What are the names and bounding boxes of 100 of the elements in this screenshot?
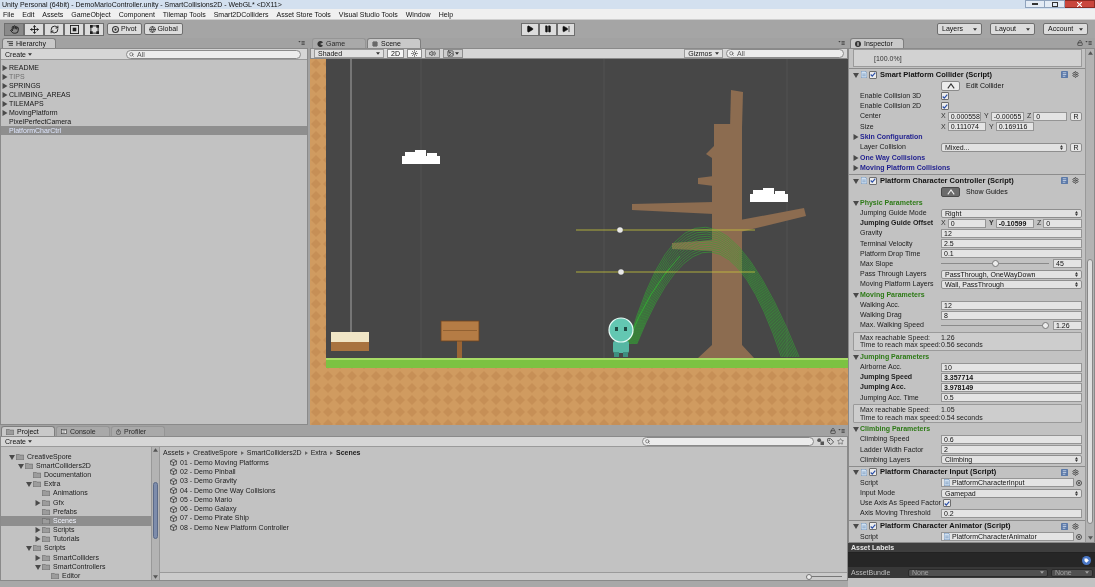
script-file-icon: [944, 479, 950, 487]
tool-button[interactable]: [44, 22, 64, 36]
target-icon[interactable]: [1076, 479, 1082, 486]
dropdown-caret-icon: [28, 52, 32, 56]
book-icon[interactable]: [1061, 71, 1068, 78]
scroll-up-arrow-icon[interactable]: [1087, 51, 1093, 55]
checkbox[interactable]: [869, 468, 877, 477]
playback-button[interactable]: [556, 22, 575, 36]
caret-down-icon[interactable]: [852, 523, 859, 530]
panel-menu-icon[interactable]: [838, 41, 845, 45]
gear-icon[interactable]: [1072, 522, 1079, 530]
lock-icon[interactable]: [1077, 40, 1083, 46]
caret-down-icon[interactable]: [852, 177, 859, 184]
slider-track[interactable]: [941, 259, 1049, 268]
checkbox[interactable]: [869, 176, 877, 185]
checkbox[interactable]: [941, 92, 949, 101]
dropdown-caret-icon: [973, 27, 977, 31]
caret-down-icon[interactable]: [17, 462, 24, 469]
caret-right-icon[interactable]: [34, 554, 41, 561]
pacman-icon: [317, 40, 323, 47]
playback-button[interactable]: [538, 22, 557, 36]
playback-button[interactable]: [520, 22, 539, 36]
minimize-button[interactable]: [1025, 0, 1045, 8]
scroll-down-arrow-icon[interactable]: [153, 575, 158, 579]
tag-icon[interactable]: [1082, 555, 1091, 565]
scene-view[interactable]: [310, 59, 848, 425]
search-icon: [129, 51, 134, 57]
checkmark-icon: [870, 178, 876, 184]
panel-menu-icon[interactable]: [298, 41, 305, 45]
caret-down-icon[interactable]: [852, 71, 859, 78]
caret-down-icon[interactable]: [852, 199, 859, 206]
star-icon[interactable]: [837, 438, 844, 445]
gear-icon[interactable]: [1072, 71, 1079, 78]
search-icon: [645, 439, 650, 444]
caret-down-icon[interactable]: [8, 453, 15, 460]
scroll-up-arrow-icon[interactable]: [153, 448, 158, 452]
toggle-button[interactable]: [406, 49, 422, 58]
lock-icon[interactable]: [830, 428, 836, 434]
caret-right-icon[interactable]: [1, 73, 8, 80]
scrollbar-thumb[interactable]: [153, 482, 158, 539]
caret-right-icon[interactable]: [1, 100, 8, 107]
maximize-button[interactable]: [1045, 0, 1065, 8]
edit-mode-button[interactable]: [941, 80, 960, 91]
caret-right-icon[interactable]: [34, 499, 41, 506]
tool-button[interactable]: [84, 22, 104, 36]
caret-right-icon[interactable]: [1, 109, 8, 116]
toggle-button[interactable]: [442, 49, 463, 58]
book-icon[interactable]: [1061, 522, 1068, 530]
scrollbar[interactable]: [1085, 49, 1094, 542]
caret-down-icon[interactable]: [25, 545, 32, 552]
search-field[interactable]: [642, 437, 814, 446]
edit-mode-button[interactable]: [941, 186, 960, 197]
caret-right-icon[interactable]: [852, 165, 859, 172]
scrollbar[interactable]: [151, 447, 160, 580]
scroll-down-arrow-icon[interactable]: [1087, 536, 1093, 540]
tool-button[interactable]: [64, 22, 84, 36]
panel-menu-icon[interactable]: [838, 429, 845, 433]
scrollbar-thumb[interactable]: [1087, 259, 1093, 524]
cloud-drawing: [750, 188, 788, 202]
book-icon[interactable]: [1061, 177, 1068, 185]
checkbox[interactable]: [869, 522, 877, 531]
stopwatch-icon: [116, 428, 121, 435]
checkbox[interactable]: [942, 499, 951, 508]
slider-thumb[interactable]: [991, 260, 999, 268]
caret-down-icon[interactable]: [852, 469, 859, 476]
caret-right-icon[interactable]: [1, 82, 8, 89]
caret-down-icon[interactable]: [25, 481, 32, 488]
tool-button[interactable]: [4, 22, 24, 36]
breadcrumb-arrow-icon: [240, 450, 244, 455]
slider-track[interactable]: [941, 321, 1049, 330]
gear-icon[interactable]: [1072, 177, 1079, 185]
tool-button[interactable]: [24, 22, 44, 36]
checkbox[interactable]: [869, 70, 877, 79]
caret-down-icon[interactable]: [34, 563, 41, 570]
caret-right-icon[interactable]: [852, 154, 859, 161]
target-icon[interactable]: [1076, 533, 1082, 540]
caret-down-icon[interactable]: [852, 291, 859, 298]
panel-menu-icon[interactable]: [1085, 41, 1092, 45]
gear-icon[interactable]: [1072, 468, 1079, 476]
slider-thumb[interactable]: [806, 573, 812, 580]
shapes-icon[interactable]: [817, 438, 824, 445]
caret-right-icon[interactable]: [1, 91, 8, 98]
step-forward-icon: [561, 25, 570, 33]
slider-thumb[interactable]: [1042, 321, 1049, 329]
checkbox[interactable]: [941, 102, 949, 111]
handle-icon[interactable]: [618, 269, 624, 275]
caret-right-icon[interactable]: [1, 64, 8, 71]
vertex-path-icon: [946, 82, 955, 89]
caret-right-icon[interactable]: [852, 134, 859, 140]
toggle-button[interactable]: [424, 49, 440, 58]
close-button[interactable]: [1065, 0, 1095, 8]
caret-right-icon[interactable]: [34, 536, 41, 543]
caret-down-icon[interactable]: [852, 353, 859, 360]
book-icon[interactable]: [1061, 468, 1068, 476]
rect-tool-icon: [89, 24, 99, 34]
search-icon: [729, 51, 734, 56]
console-icon: [61, 429, 67, 434]
caret-down-icon[interactable]: [852, 426, 859, 432]
updown-arrows-icon: [1075, 281, 1078, 287]
handle-icon[interactable]: [617, 227, 623, 233]
